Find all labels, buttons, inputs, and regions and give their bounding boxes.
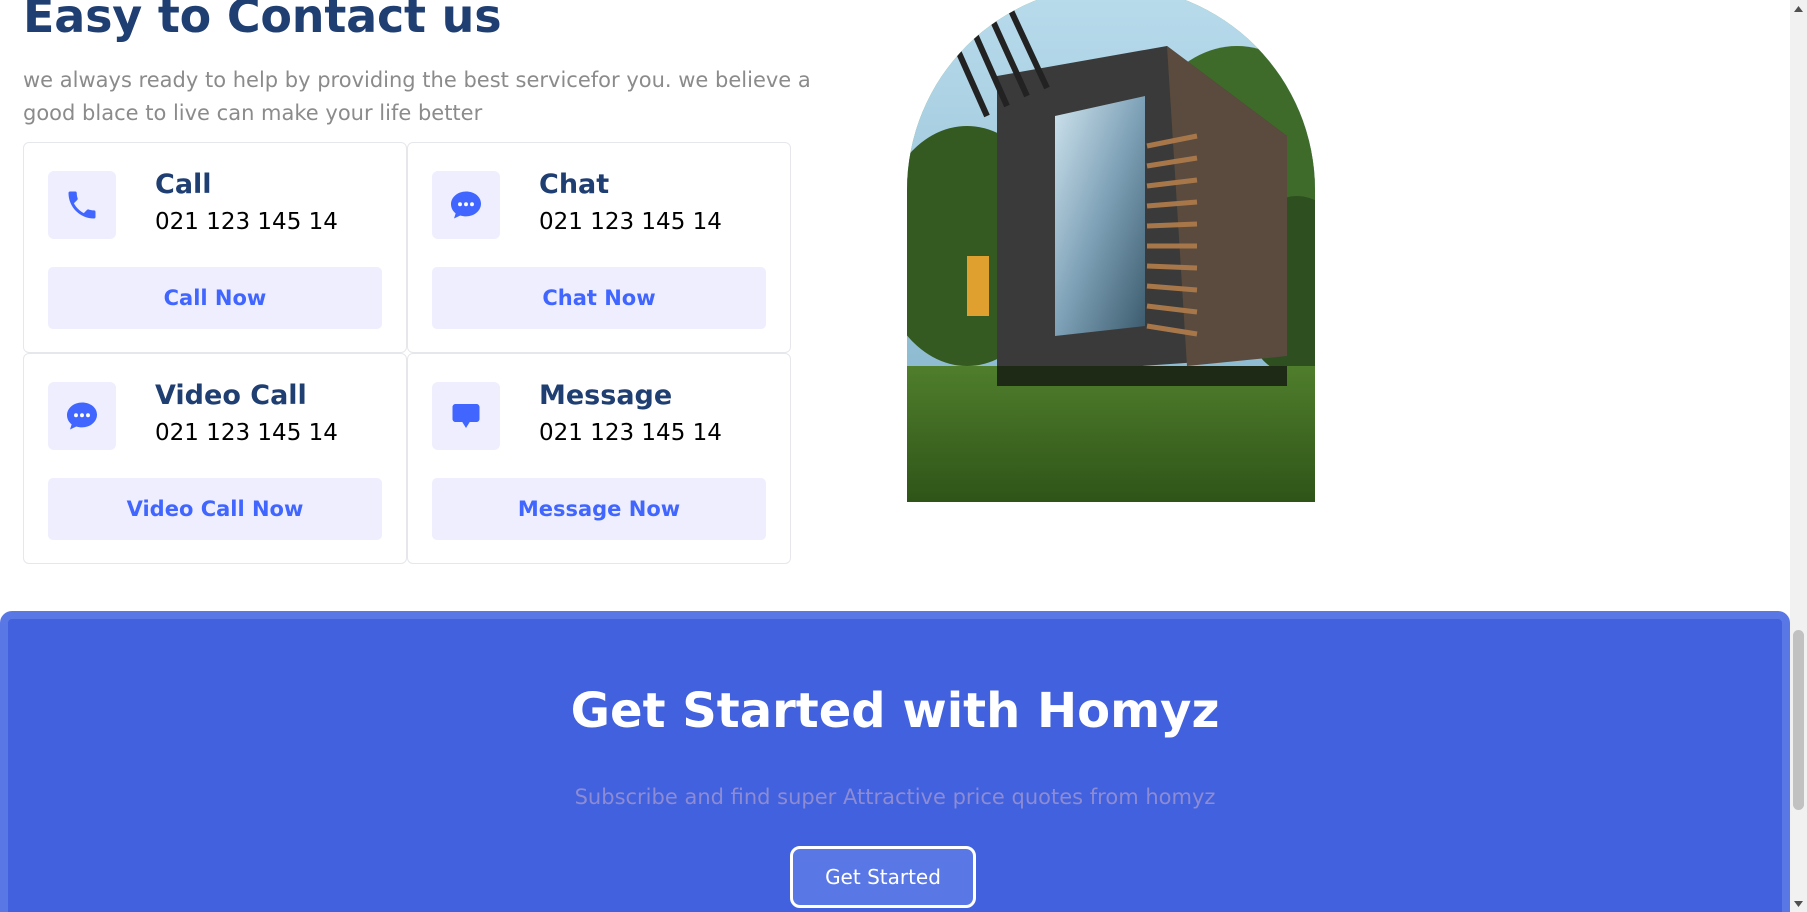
house-photo [907,0,1315,502]
card-title: Video Call [155,380,307,411]
get-started-subtitle: Subscribe and find super Attractive pric… [574,785,1216,809]
card-title: Call [155,169,212,200]
vertical-scrollbar[interactable] [1790,0,1807,912]
contact-description: we always ready to help by providing the… [23,68,811,125]
scroll-up-arrow-icon[interactable] [1790,0,1807,17]
page: Easy to Contact us we always ready to he… [0,0,1807,912]
scroll-down-arrow-icon[interactable] [1790,895,1807,912]
get-started-banner: Get Started with Homyz Subscribe and fin… [0,611,1790,912]
contact-card-message: Message 021 123 145 14 Message Now [407,353,791,564]
video-chat-icon [48,382,116,450]
video-call-now-button[interactable]: Video Call Now [48,478,382,540]
message-icon [432,382,500,450]
contact-cards-grid: Call 021 123 145 14 Call Now Chat 021 12… [23,142,791,564]
contact-title: Easy to Contact us [23,0,502,43]
phone-icon [48,171,116,239]
chat-now-button[interactable]: Chat Now [432,267,766,329]
contact-card-call: Call 021 123 145 14 Call Now [23,142,407,353]
get-started-button[interactable]: Get Started [790,846,976,908]
card-phone-number: 021 123 145 14 [539,209,722,235]
card-phone-number: 021 123 145 14 [539,420,722,446]
scrollbar-thumb[interactable] [1793,630,1804,810]
contact-card-video-call: Video Call 021 123 145 14 Video Call Now [23,353,407,564]
get-started-title: Get Started with Homyz [570,683,1220,739]
contact-card-chat: Chat 021 123 145 14 Chat Now [407,142,791,353]
card-phone-number: 021 123 145 14 [155,209,338,235]
chat-bubble-icon [432,171,500,239]
card-phone-number: 021 123 145 14 [155,420,338,446]
message-now-button[interactable]: Message Now [432,478,766,540]
card-title: Message [539,380,673,411]
call-now-button[interactable]: Call Now [48,267,382,329]
card-title: Chat [539,169,610,200]
